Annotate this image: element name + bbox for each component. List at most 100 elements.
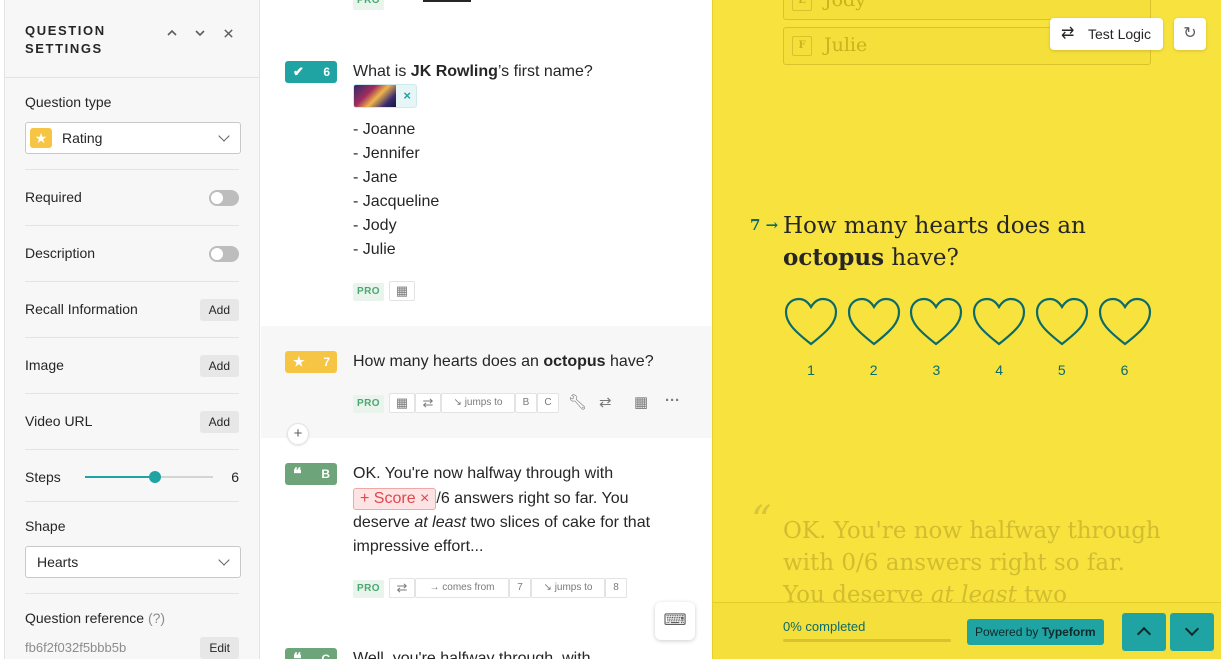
required-toggle[interactable] xyxy=(209,190,239,206)
chevron-up-icon xyxy=(1136,626,1152,642)
question-reference-text: Question reference xyxy=(25,610,145,626)
settings-header: QUESTION SETTINGS xyxy=(5,0,259,78)
question-number: 6 xyxy=(323,65,330,79)
close-icon[interactable] xyxy=(219,26,237,44)
choice-key: E xyxy=(792,0,812,11)
calculator-icon[interactable]: ▦ xyxy=(634,393,648,413)
question-type-select[interactable]: ★ Rating xyxy=(25,122,241,154)
question-image-thumbnail[interactable]: × xyxy=(353,84,417,108)
remove-variable-icon[interactable]: × xyxy=(420,490,429,507)
question-number-badge: ❝ C xyxy=(285,648,337,659)
logic-branch-icon[interactable]: ⇄ xyxy=(389,578,415,598)
settings-title: QUESTION SETTINGS xyxy=(25,23,106,56)
question-list: PRO ✔ 6 What is JK Rowling’s first name?… xyxy=(261,0,712,659)
preview-statement-text: OK. You're now halfway through with 0/6 … xyxy=(783,515,1163,611)
score-variable-pill[interactable]: + Score × xyxy=(353,488,437,510)
preview-choice-e[interactable]: E Jody xyxy=(783,0,1151,20)
star-icon: ★ xyxy=(30,128,52,148)
heart-rating-option[interactable] xyxy=(783,296,839,348)
edit-reference-button[interactable]: Edit xyxy=(200,637,239,659)
thumbnail-image xyxy=(354,85,396,107)
arrow-right-icon: → xyxy=(765,216,779,234)
video-url-row: Video URL Add xyxy=(25,394,239,450)
heart-rating-option[interactable] xyxy=(1034,296,1090,348)
jumps-to-tag[interactable]: ↘ jumps to xyxy=(441,393,515,413)
steps-slider-handle[interactable] xyxy=(149,471,162,483)
question-number-badge: ❝ B xyxy=(285,463,337,485)
description-toggle[interactable] xyxy=(209,246,239,262)
statement-line: deserve at least two slices of cake for … xyxy=(353,511,673,535)
remove-image-icon[interactable]: × xyxy=(403,86,411,106)
choice-key: F xyxy=(792,36,812,56)
heart-icon xyxy=(847,297,900,346)
question-text-part: What is xyxy=(353,63,411,80)
powered-by-typeform-badge[interactable]: Powered by Typeform xyxy=(967,619,1104,645)
jump-target-number[interactable]: 8 xyxy=(605,578,627,598)
logic-branch-icon[interactable]: ⇄ xyxy=(599,393,612,413)
heart-icon xyxy=(1035,297,1088,346)
question-item-7[interactable] xyxy=(261,326,712,438)
divider xyxy=(423,0,471,2)
question-number-badge: ✔ 6 xyxy=(285,61,337,83)
recall-label: Recall Information xyxy=(25,301,138,317)
calculator-icon[interactable]: ▦ xyxy=(389,281,415,301)
help-hint[interactable]: (?) xyxy=(148,610,165,626)
question-text-part: How many hearts does an xyxy=(353,353,544,370)
more-icon[interactable]: ··· xyxy=(665,391,680,411)
choice-item: - Jacqueline xyxy=(353,193,440,210)
heart-rating-option[interactable] xyxy=(1097,296,1153,348)
statement-line: impressive effort... xyxy=(353,538,484,555)
arrow-down-right-icon: ↘ xyxy=(453,397,462,408)
heart-rating-number: 1 xyxy=(807,362,815,378)
next-question-button[interactable] xyxy=(1170,613,1214,651)
heart-rating-option[interactable] xyxy=(971,296,1027,348)
image-label: Image xyxy=(25,357,64,373)
preview-footer: 0% completed Powered by Typeform xyxy=(713,602,1221,659)
steps-row: Steps 6 xyxy=(25,450,239,502)
steps-slider[interactable] xyxy=(85,471,213,483)
heart-rating-option[interactable] xyxy=(846,296,902,348)
jump-target-b[interactable]: B xyxy=(515,393,537,413)
chevron-down-icon xyxy=(1184,621,1200,637)
question-text-bold: JK Rowling xyxy=(410,63,498,80)
calculator-icon[interactable]: ▦ xyxy=(389,393,415,413)
steps-value: 6 xyxy=(231,469,239,485)
comes-from-tag[interactable]: → comes from xyxy=(415,578,509,598)
recall-row: Recall Information Add xyxy=(25,282,239,338)
logic-branch-icon[interactable]: ⇄ xyxy=(415,393,441,413)
test-logic-button[interactable]: ⇄ Test Logic xyxy=(1050,18,1164,50)
image-row: Image Add xyxy=(25,338,239,394)
star-icon: ★ xyxy=(293,354,305,369)
choice-list: - Joanne - Jennifer - Jane - Jacqueline - Jo… xyxy=(353,118,439,262)
score-label: Score xyxy=(373,490,416,507)
refresh-icon[interactable]: ↻ xyxy=(1174,18,1206,50)
question-reference-label: Question reference (?) xyxy=(25,610,165,626)
shape-label: Shape xyxy=(25,518,66,534)
arrow-down-right-icon: ↘ xyxy=(543,582,552,593)
question-number-badge: ★ 7 xyxy=(285,351,337,373)
question-text-part: ’s first name? xyxy=(497,63,593,80)
comes-from-number[interactable]: 7 xyxy=(509,578,531,598)
image-add-button[interactable]: Add xyxy=(199,355,239,377)
choice-text: Julie xyxy=(824,34,868,56)
preview-question-number: 7 → xyxy=(750,216,778,234)
required-label: Required xyxy=(25,189,82,205)
keyboard-shortcuts-button[interactable]: ⌨ xyxy=(655,602,695,640)
heart-rating-number: 6 xyxy=(1120,362,1129,378)
steps-label: Steps xyxy=(25,469,61,485)
statement-text: Well, you're halfway through, with xyxy=(353,650,591,659)
shape-select[interactable]: Hearts xyxy=(25,546,241,578)
add-question-button[interactable]: + xyxy=(287,423,309,445)
chevron-up-icon[interactable] xyxy=(163,26,181,44)
previous-question-button[interactable] xyxy=(1122,613,1166,651)
question-number: B xyxy=(321,467,330,481)
chevron-down-icon[interactable] xyxy=(191,26,209,44)
required-row: Required xyxy=(25,170,239,226)
video-url-add-button[interactable]: Add xyxy=(199,411,239,433)
jumps-to-tag[interactable]: ↘ jumps to xyxy=(531,578,605,598)
recall-add-button[interactable]: Add xyxy=(199,299,239,321)
jump-target-c[interactable]: C xyxy=(537,393,559,413)
heart-rating-option[interactable] xyxy=(908,296,964,348)
shape-row: Shape Hearts xyxy=(25,502,241,594)
wrench-icon[interactable]: 🔧︎ xyxy=(568,393,587,413)
